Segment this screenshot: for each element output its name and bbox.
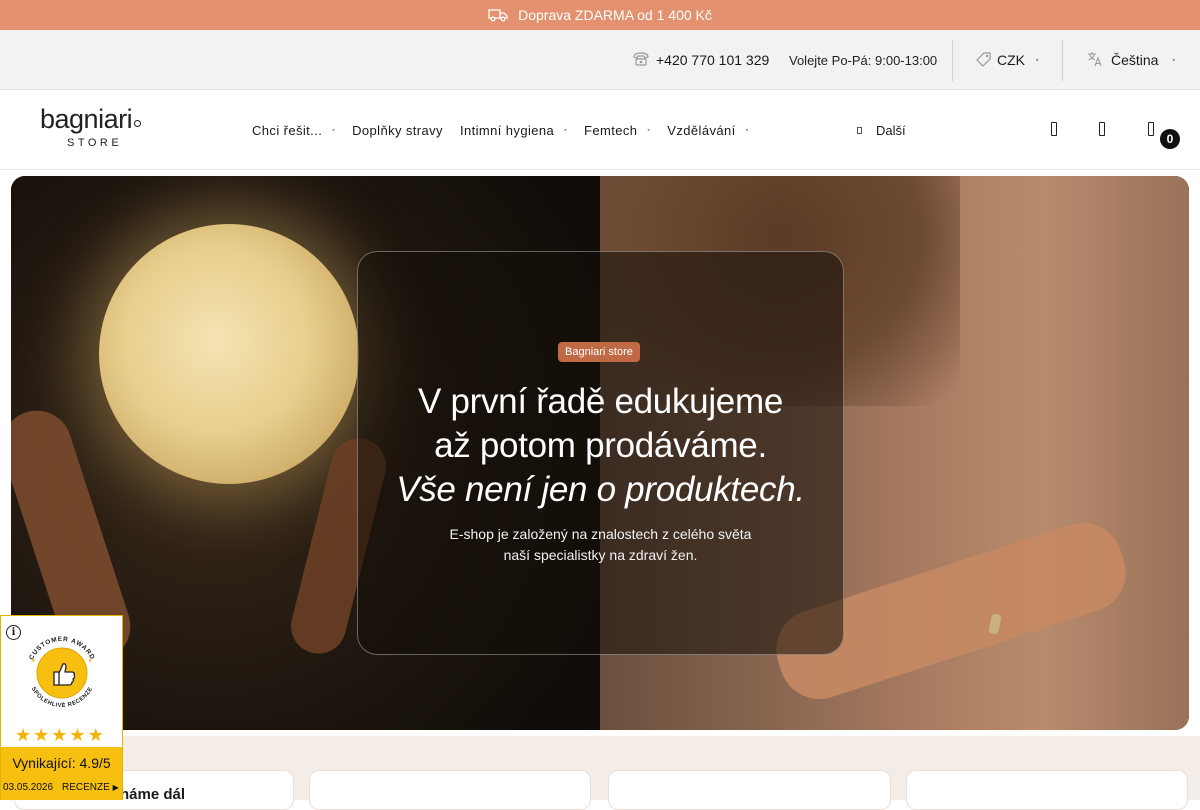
language-selector[interactable]: Čeština ▪	[1087, 30, 1175, 90]
promo-text: Doprava ZDARMA od 1 400 Kč	[518, 7, 712, 23]
logo-sub: STORE	[67, 137, 123, 149]
nav-item-chci-resit[interactable]: Chci řešit... ▪	[252, 123, 335, 138]
star-icon: ★	[51, 725, 68, 745]
caret-right-icon: ▶	[112, 783, 119, 792]
main-nav: Chci řešit... ▪ Doplňky stravy Intimní h…	[252, 90, 766, 170]
chevron-down-icon: ▪	[564, 126, 568, 134]
truck-icon	[488, 8, 508, 22]
nav-item-intimni-hygiena[interactable]: Intimní hygiena ▪	[460, 123, 567, 138]
award-seal-icon: CUSTOMER AWARD SPOLEHLIVÉ RECENZE ★ ★	[28, 636, 95, 709]
store-logo[interactable]: bagniari STORE	[40, 104, 170, 156]
award-score: Vynikající: 4.9/5	[12, 755, 111, 771]
hero-banner[interactable]: Bagniari store V první řadě edukujeme až…	[11, 176, 1189, 730]
phone-number: +420 770 101 329	[656, 52, 770, 68]
opening-hours: Volejte Po-Pá: 9:00-13:00	[789, 52, 938, 68]
cart-icon[interactable]	[1140, 118, 1162, 140]
search-icon[interactable]	[1043, 118, 1065, 140]
reviews-link[interactable]: RECENZE ▶	[62, 782, 119, 793]
nav-more-button[interactable]: Další	[857, 90, 906, 170]
chevron-down-icon: ▪	[332, 126, 336, 134]
hero-heading-line1: V první řadě edukujeme	[417, 382, 783, 421]
cart-count-badge: 0	[1160, 129, 1180, 149]
info-icon[interactable]: i	[6, 625, 21, 640]
chevron-down-icon: ▪	[1036, 56, 1039, 64]
star-icon: ★	[15, 725, 32, 745]
phone-icon	[632, 51, 650, 70]
hero-heading-line3: Vše není jen o produktech.	[396, 470, 805, 509]
hero-paragraph: E-shop je založený na znalostech z celéh…	[357, 524, 844, 566]
currency-selector[interactable]: CZK ▪	[976, 30, 1038, 90]
nav-item-label: Chci řešit...	[252, 122, 323, 138]
promo-bar: Doprava ZDARMA od 1 400 Kč	[0, 0, 1200, 30]
svg-text:★: ★	[88, 658, 93, 664]
translate-icon	[1087, 51, 1103, 70]
info-card[interactable]	[309, 770, 591, 810]
star-icon: ★	[33, 725, 50, 745]
rating-stars: ★ ★ ★ ★ ★	[15, 725, 104, 746]
nav-item-doplnky-stravy[interactable]: Doplňky stravy	[352, 123, 443, 138]
divider	[952, 40, 953, 81]
reviews-label: RECENZE	[62, 782, 110, 793]
customer-award-widget[interactable]: i CUSTOMER AWARD SPOLEHLIVÉ RECENZE ★ ★ …	[0, 615, 123, 800]
award-score-bar: Vynikající: 4.9/5 03.05.2026 RECENZE ▶	[1, 747, 122, 800]
star-icon: ★	[87, 725, 104, 745]
chevron-down-icon: ▪	[647, 126, 651, 134]
moon-lamp-image	[99, 224, 359, 484]
nav-item-label: Vzdělávání	[667, 122, 736, 138]
nav-item-vzdelavani[interactable]: Vzdělávání ▪	[667, 123, 748, 138]
hero-heading-line2: až potom prodáváme.	[434, 426, 767, 465]
chevron-down-icon: ▪	[745, 126, 749, 134]
hero-paragraph-line1: E-shop je založený na znalostech z celéh…	[449, 526, 752, 542]
info-card[interactable]	[608, 770, 891, 810]
chevron-down-icon: ▪	[1172, 56, 1175, 64]
logo-name: bagniari	[40, 104, 133, 134]
logo-ring-icon	[134, 120, 142, 127]
divider	[1062, 40, 1063, 81]
award-date: 03.05.2026	[3, 782, 54, 793]
svg-text:★: ★	[31, 658, 36, 664]
hero-paragraph-line2: naší specialistky na zdraví žen.	[503, 547, 698, 563]
info-card[interactable]	[906, 770, 1188, 810]
utility-bar: +420 770 101 329 Volejte Po-Pá: 9:00-13:…	[0, 30, 1200, 90]
nav-item-femtech[interactable]: Femtech ▪	[584, 123, 650, 138]
more-icon	[857, 126, 862, 134]
nav-more-label: Další	[876, 122, 906, 138]
star-icon: ★	[69, 725, 86, 745]
currency-label: CZK	[997, 52, 1025, 68]
phone-link[interactable]: +420 770 101 329	[632, 30, 769, 90]
nav-item-label: Intimní hygiena	[459, 122, 555, 138]
tag-icon	[976, 51, 992, 70]
language-label: Čeština	[1111, 52, 1159, 68]
section-heading: háme dál	[120, 786, 186, 803]
nav-item-label: Femtech	[584, 122, 638, 138]
user-icon[interactable]	[1091, 118, 1113, 140]
nav-item-label: Doplňky stravy	[352, 122, 443, 138]
main-header: bagniari STORE Chci řešit... ▪ Doplňky s…	[0, 90, 1200, 170]
hero-badge: Bagniari store	[558, 342, 640, 362]
